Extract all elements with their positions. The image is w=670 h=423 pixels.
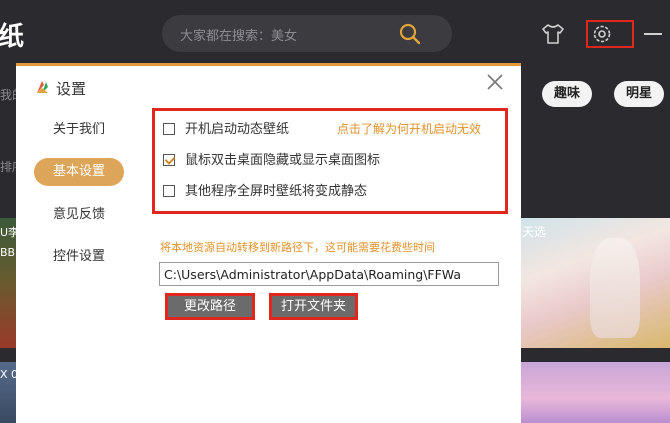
category-chip[interactable]: 趣味 (542, 81, 593, 107)
minimize-icon[interactable] (644, 33, 662, 35)
storage-path-input[interactable] (159, 262, 499, 286)
autostart-checkbox[interactable] (163, 123, 175, 135)
options-highlight-box: 开机启动动态壁纸 点击了解为何开机启动无效 鼠标双击桌面隐藏或显示桌面图标 其他… (152, 108, 508, 214)
dialog-title: 设置 (56, 80, 87, 98)
open-folder-button[interactable]: 打开文件夹 (272, 296, 355, 317)
close-icon[interactable] (486, 73, 504, 91)
search-icon[interactable] (398, 22, 422, 46)
option-label[interactable]: 开机启动动态壁纸 (185, 120, 289, 140)
top-bar: 纸 大家都在搜索：美女 (0, 0, 670, 66)
search-bar[interactable]: 大家都在搜索：美女 (162, 15, 452, 52)
thumbnail-caption: BB (0, 246, 16, 259)
thumbnail-caption: 天选 (522, 225, 547, 239)
static-when-fullscreen-checkbox[interactable] (163, 185, 175, 197)
change-path-highlight-box: 更改路径 (165, 293, 255, 320)
nav-basic-settings[interactable]: 基本设置 (34, 158, 124, 186)
nav-about-us[interactable]: 关于我们 (34, 116, 124, 144)
wallpaper-thumbnail[interactable] (520, 362, 670, 423)
path-note: 将本地资源自动转移到新路径下，这可能需要花费些时间 (160, 241, 435, 254)
autostart-help-link[interactable]: 点击了解为何开机启动无效 (337, 120, 481, 137)
gear-highlight-box (586, 20, 634, 48)
search-placeholder[interactable]: 大家都在搜索：美女 (180, 25, 297, 44)
option-label[interactable]: 其他程序全屏时壁纸将变成静态 (185, 182, 367, 202)
option-label[interactable]: 鼠标双击桌面隐藏或显示桌面图标 (185, 151, 380, 171)
app-logo-icon (37, 81, 48, 93)
skin-shirt-icon[interactable] (540, 22, 566, 46)
open-folder-highlight-box: 打开文件夹 (269, 293, 358, 320)
category-chip[interactable]: 明星 (614, 81, 665, 107)
change-path-button[interactable]: 更改路径 (168, 296, 252, 317)
wallpaper-figure (590, 238, 640, 338)
settings-dialog: 设置 关于我们 基本设置 意见反馈 控件设置 开机启动动态壁纸 点击了解为何开机… (16, 63, 521, 423)
toggle-desktop-icons-checkbox[interactable] (163, 154, 175, 166)
nav-feedback[interactable]: 意见反馈 (34, 201, 124, 229)
nav-control-settings[interactable]: 控件设置 (34, 243, 124, 271)
app-brand: 纸 (0, 22, 25, 52)
